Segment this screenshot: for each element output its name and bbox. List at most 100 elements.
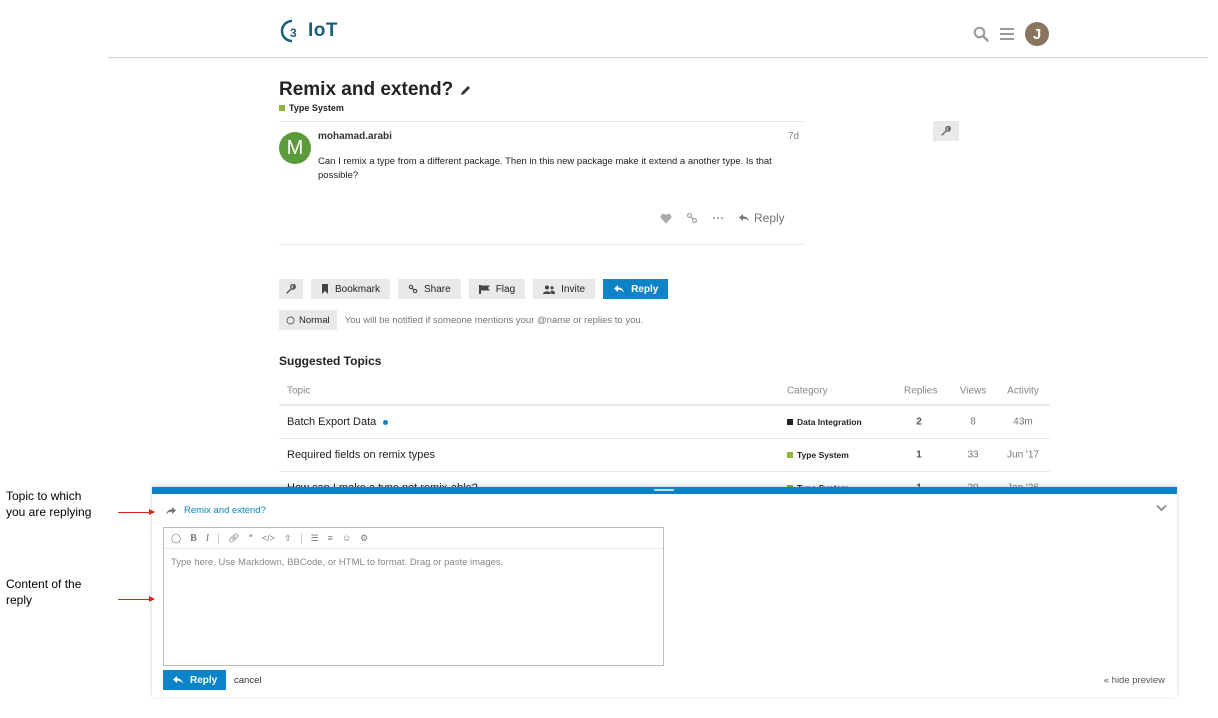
suggested-table-header: Topic Category Replies Views Activity bbox=[279, 378, 1050, 406]
share-link-icon[interactable] bbox=[686, 212, 698, 224]
topic-category[interactable]: Type System bbox=[787, 450, 849, 460]
flag-label: Flag bbox=[495, 283, 516, 295]
notification-level: Normal You will be notified if someone m… bbox=[279, 310, 643, 330]
toolbar-divider bbox=[300, 532, 302, 544]
post-reply-label: Reply bbox=[754, 211, 785, 225]
bullet-list-icon[interactable]: ☰ bbox=[311, 533, 319, 544]
notification-level-label: Normal bbox=[299, 314, 330, 326]
quote-bubble-icon[interactable]: ◯ bbox=[171, 533, 181, 544]
suggested-topics-table: Topic Category Replies Views Activity Ba… bbox=[279, 378, 1050, 505]
editor-toolbar: ◯ B I 🔗︎ ” </> ⇧ ☰ ≡ ☺ ⚙ bbox=[164, 528, 663, 549]
post-reply-button[interactable]: Reply bbox=[738, 211, 785, 225]
topic-admin-button[interactable] bbox=[279, 279, 303, 299]
replies-count: 1 bbox=[916, 449, 922, 461]
wrench-icon bbox=[286, 284, 296, 294]
wrench-icon bbox=[941, 126, 951, 136]
composer-reply-button[interactable]: Reply bbox=[163, 670, 227, 690]
replies-count: 2 bbox=[916, 416, 922, 428]
topic-category[interactable]: Data Integration bbox=[787, 417, 862, 427]
views-count: 33 bbox=[967, 449, 979, 461]
pencil-edit-icon[interactable] bbox=[459, 84, 472, 97]
category-label: Type System bbox=[797, 450, 849, 460]
annotation-topic: Topic to which you are replying bbox=[6, 488, 91, 520]
upload-icon[interactable]: ⇧ bbox=[284, 533, 292, 544]
topic-category-label: Type System bbox=[289, 103, 344, 113]
user-avatar[interactable]: J bbox=[1025, 22, 1049, 46]
numbered-list-icon[interactable]: ≡ bbox=[328, 533, 333, 543]
post-actions: Reply bbox=[660, 211, 785, 225]
invite-button[interactable]: Invite bbox=[533, 279, 596, 299]
reply-composer: Remix and extend? ◯ B I 🔗︎ ” </> ⇧ ☰ ≡ ☺… bbox=[152, 487, 1177, 697]
hamburger-menu-icon[interactable] bbox=[999, 27, 1015, 41]
users-icon bbox=[543, 285, 556, 294]
reply-arrow-icon bbox=[614, 285, 625, 293]
composer-cancel-link[interactable]: cancel bbox=[234, 675, 261, 686]
annotation-content-line1: Content of the bbox=[6, 577, 82, 591]
views-count: 8 bbox=[970, 416, 976, 428]
post-date[interactable]: 7d bbox=[788, 131, 799, 142]
code-icon[interactable]: </> bbox=[262, 533, 275, 543]
category-label: Data Integration bbox=[797, 417, 862, 427]
bold-icon[interactable]: B bbox=[190, 533, 197, 544]
composer-editor: ◯ B I 🔗︎ ” </> ⇧ ☰ ≡ ☺ ⚙ Type here. Use … bbox=[163, 527, 664, 666]
annotation-topic-line1: Topic to which bbox=[6, 489, 82, 503]
share-button[interactable]: Share bbox=[398, 279, 461, 299]
reply-arrow-icon bbox=[173, 676, 183, 684]
reply-button[interactable]: Reply bbox=[603, 279, 669, 299]
like-heart-icon[interactable] bbox=[660, 213, 672, 224]
flag-button[interactable]: Flag bbox=[468, 279, 526, 299]
site-logo[interactable]: 3 IoT bbox=[279, 18, 338, 44]
header-views[interactable]: Views bbox=[958, 386, 988, 397]
composer-resize-bar[interactable] bbox=[152, 487, 1177, 494]
annotation-content-arrow bbox=[118, 596, 155, 602]
post-bottom-divider bbox=[279, 244, 804, 245]
emoji-icon[interactable]: ☺ bbox=[342, 533, 351, 543]
post-body: Can I remix a type from a different pack… bbox=[318, 156, 772, 181]
svg-text:3: 3 bbox=[290, 26, 297, 40]
annotation-content: Content of the reply bbox=[6, 576, 81, 608]
header-activity[interactable]: Activity bbox=[1005, 386, 1041, 397]
header-topic[interactable]: Topic bbox=[287, 386, 310, 397]
more-options-icon[interactable] bbox=[712, 216, 724, 220]
activity-time[interactable]: Jun '17 bbox=[1005, 450, 1041, 461]
composer-reply-to[interactable]: Remix and extend? bbox=[166, 505, 266, 516]
reply-share-arrow-icon bbox=[166, 506, 176, 515]
topic-link-text: Batch Export Data bbox=[287, 416, 377, 428]
notification-level-button[interactable]: Normal bbox=[279, 310, 337, 330]
composer-reply-to-title: Remix and extend? bbox=[184, 505, 266, 516]
activity-time[interactable]: 43m bbox=[1005, 417, 1041, 428]
header-replies[interactable]: Replies bbox=[904, 386, 937, 397]
site-header: 3 IoT J bbox=[108, 0, 1208, 58]
bookmark-icon bbox=[322, 284, 328, 294]
link-icon[interactable]: 🔗︎ bbox=[228, 533, 239, 544]
header-category[interactable]: Category bbox=[787, 386, 828, 397]
table-row: Batch Export Data Data Integration 2 8 4… bbox=[279, 406, 1050, 439]
post-author-username[interactable]: mohamad.arabi bbox=[318, 131, 392, 142]
topic-category-badge[interactable]: Type System bbox=[279, 103, 344, 113]
admin-wrench-button[interactable] bbox=[933, 121, 959, 141]
blockquote-icon[interactable]: ” bbox=[249, 533, 254, 543]
header-icons: J bbox=[973, 22, 1049, 46]
search-icon[interactable] bbox=[973, 26, 989, 42]
topic-link[interactable]: Batch Export Data bbox=[287, 416, 389, 428]
topic-title: Remix and extend? bbox=[279, 79, 472, 101]
gear-icon[interactable]: ⚙ bbox=[360, 533, 368, 544]
post-author-avatar[interactable]: M bbox=[279, 132, 311, 164]
bookmark-button[interactable]: Bookmark bbox=[311, 279, 391, 299]
reply-content-textarea[interactable]: Type here. Use Markdown, BBCode, or HTML… bbox=[164, 549, 663, 576]
italic-icon[interactable]: I bbox=[206, 533, 209, 544]
table-row: Required fields on remix types Type Syst… bbox=[279, 439, 1050, 472]
reply-arrow-icon bbox=[739, 214, 749, 222]
composer-grip-handle[interactable] bbox=[654, 489, 674, 491]
topic-title-text: Remix and extend? bbox=[279, 79, 454, 100]
chevron-down-icon[interactable] bbox=[1156, 504, 1167, 512]
toolbar-divider bbox=[218, 532, 220, 544]
link-icon bbox=[408, 284, 418, 294]
category-color-swatch bbox=[787, 452, 793, 458]
notification-description: You will be notified if someone mentions… bbox=[344, 314, 644, 326]
composer-reply-label: Reply bbox=[190, 674, 218, 686]
category-color-swatch bbox=[787, 419, 793, 425]
hide-preview-link[interactable]: « hide preview bbox=[1104, 675, 1165, 686]
topic-link[interactable]: Required fields on remix types bbox=[287, 449, 435, 461]
suggested-topics-heading: Suggested Topics bbox=[279, 354, 382, 368]
